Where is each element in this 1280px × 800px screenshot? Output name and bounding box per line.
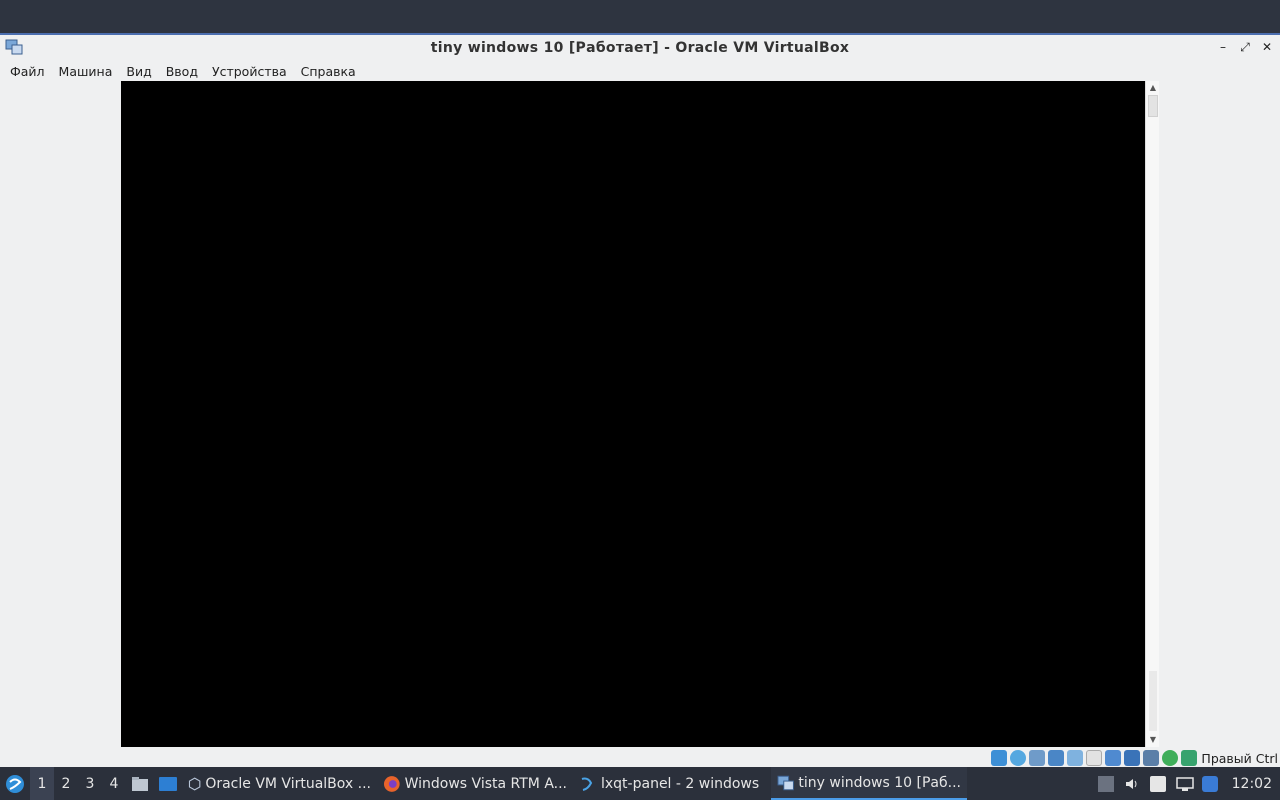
window-title: tiny windows 10 [Работает] - Oracle VM V… [430, 40, 850, 56]
optical-drive-icon[interactable] [1010, 750, 1027, 766]
task-virtualbox-manager[interactable]: Oracle VM VirtualBox ... [182, 767, 377, 800]
video-capture-icon[interactable] [1124, 750, 1141, 766]
scroll-down-icon[interactable]: ▼ [1148, 735, 1158, 745]
firefox-icon [383, 775, 400, 792]
menu-help[interactable]: Справка [294, 64, 363, 79]
volume-icon[interactable] [1124, 776, 1140, 792]
scroll-thumb[interactable] [1148, 95, 1158, 117]
scroll-track[interactable] [1149, 671, 1157, 731]
menu-input[interactable]: Ввод [159, 64, 205, 79]
hard-disk-icon[interactable] [991, 750, 1008, 766]
audio-icon[interactable] [1029, 750, 1046, 766]
task-tiny-windows-10[interactable]: tiny windows 10 [Раб... [771, 767, 967, 800]
desktop-background [0, 0, 1280, 33]
menu-file[interactable]: Файл [3, 64, 52, 79]
virtualbox-vm-icon [777, 775, 794, 790]
title-bar[interactable]: tiny windows 10 [Работает] - Oracle VM V… [0, 35, 1280, 61]
usb-icon[interactable] [1067, 750, 1084, 766]
folder-icon [132, 776, 148, 791]
desktop-switch-4[interactable]: 4 [102, 767, 126, 800]
maximize-button[interactable]: ⤢ [1238, 39, 1252, 55]
menu-bar: Файл Машина Вид Ввод Устройства Справка [0, 61, 1280, 81]
virtualbox-icon [5, 39, 23, 55]
task-label: tiny windows 10 [Раб... [798, 774, 961, 791]
shared-folders-icon[interactable] [1086, 750, 1103, 766]
menu-view[interactable]: Вид [119, 64, 158, 79]
start-menu-button[interactable] [0, 767, 30, 800]
vm-content-area: ▲ ▼ [0, 81, 1280, 747]
desktop-icon [159, 776, 177, 791]
status-bar: Правый Ctrl [0, 747, 1280, 769]
display-icon[interactable] [1105, 750, 1122, 766]
task-label: lxqt-panel - 2 windows [601, 775, 760, 792]
menu-machine[interactable]: Машина [52, 64, 120, 79]
virtualization-icon[interactable] [1143, 750, 1160, 766]
keyboard-icon[interactable] [1181, 750, 1198, 766]
menu-devices[interactable]: Устройства [205, 64, 294, 79]
taskbar: 1 2 3 4 Oracle VM VirtualBox ... Windows… [0, 767, 1280, 800]
lxqt-logo-icon [6, 774, 24, 793]
notes-icon[interactable] [1149, 775, 1166, 792]
task-firefox[interactable]: Windows Vista RTM A... [377, 767, 573, 800]
host-key-label: Правый Ctrl [1201, 750, 1278, 766]
lxqt-panel-icon [581, 777, 593, 791]
virtualbox-window: tiny windows 10 [Работает] - Oracle VM V… [0, 33, 1280, 767]
desktop-switch-3[interactable]: 3 [78, 767, 102, 800]
close-button[interactable]: ✕ [1260, 39, 1274, 55]
notification-icon[interactable] [1201, 775, 1218, 792]
task-label: Oracle VM VirtualBox ... [205, 775, 371, 792]
system-tray: 12:02 [1097, 775, 1280, 792]
file-manager-launcher[interactable] [126, 767, 154, 800]
mouse-integration-icon[interactable] [1162, 750, 1179, 766]
network-tray-icon[interactable] [1175, 776, 1194, 792]
show-desktop-launcher[interactable] [154, 767, 182, 800]
task-lxqt-panel[interactable]: lxqt-panel - 2 windows [573, 767, 771, 800]
vm-display[interactable] [121, 81, 1145, 747]
vertical-scrollbar[interactable]: ▲ ▼ [1145, 81, 1159, 747]
network-icon[interactable] [1048, 750, 1065, 766]
task-label: Windows Vista RTM A... [404, 775, 567, 792]
scroll-up-icon[interactable]: ▲ [1148, 83, 1158, 93]
desktop-switch-1[interactable]: 1 [30, 767, 54, 800]
desktop-switch-2[interactable]: 2 [54, 767, 78, 800]
virtualbox-icon [188, 776, 201, 791]
clipboard-icon[interactable] [1097, 775, 1114, 792]
clock[interactable]: 12:02 [1232, 776, 1272, 792]
minimize-button[interactable]: – [1216, 39, 1230, 55]
